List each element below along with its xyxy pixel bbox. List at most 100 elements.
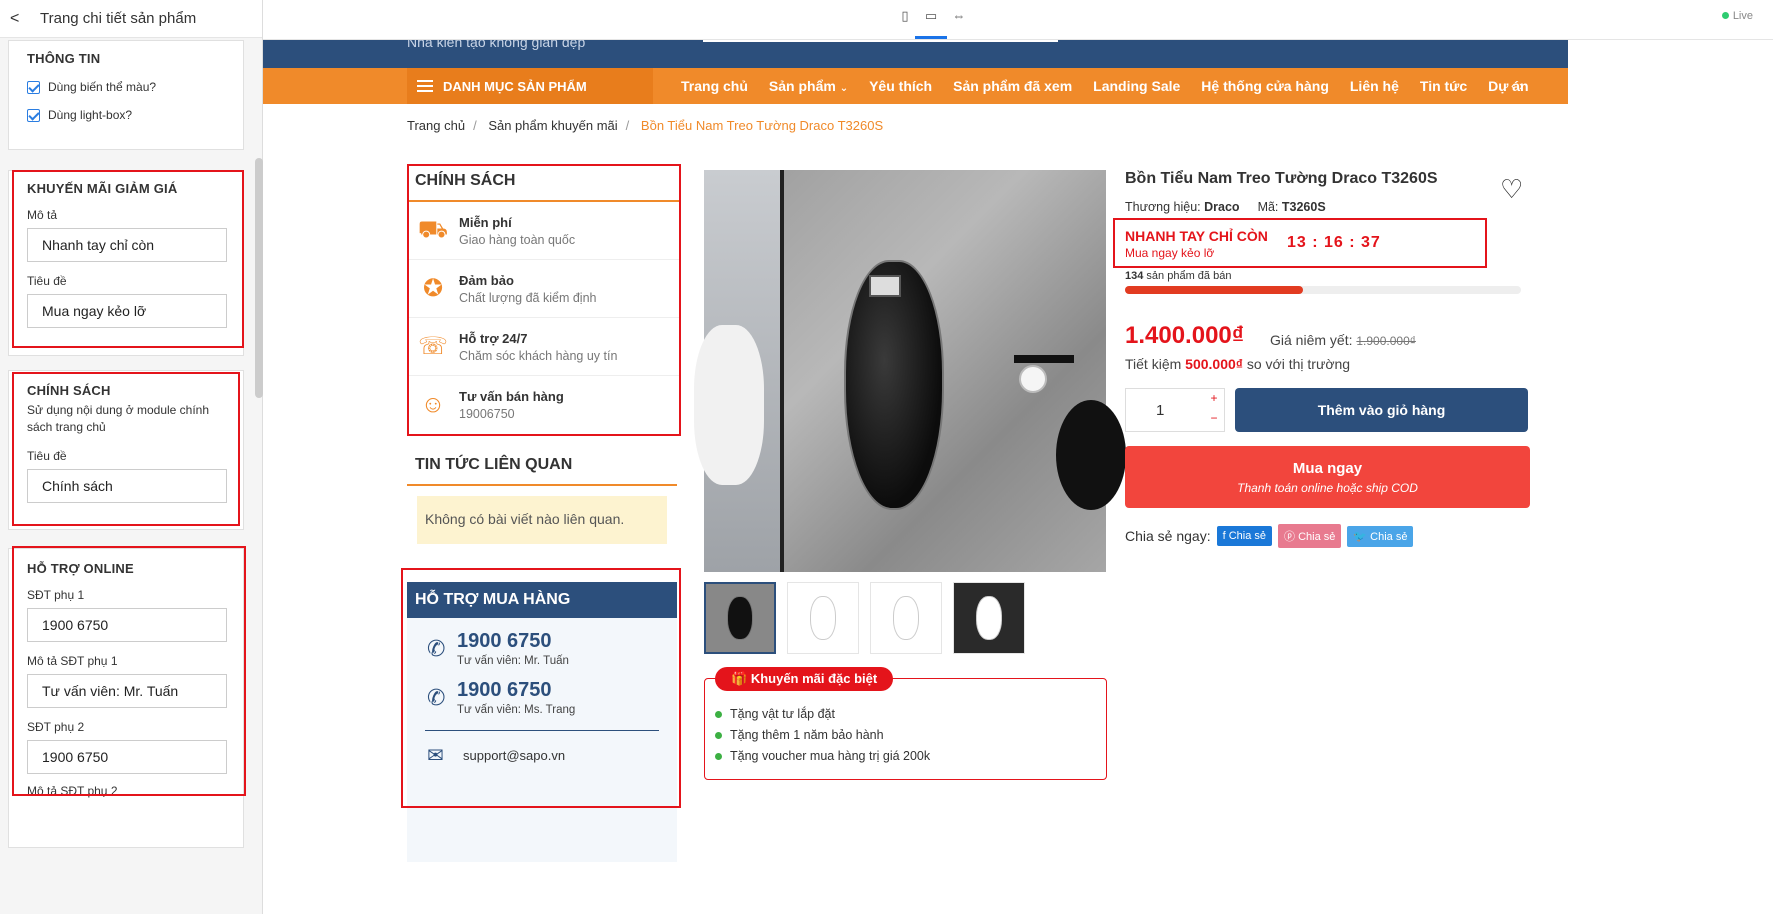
thumbnail[interactable] bbox=[870, 582, 942, 654]
nav-viewed[interactable]: Sản phẩm đã xem bbox=[953, 78, 1072, 94]
info-heading: THÔNG TIN bbox=[27, 51, 101, 66]
category-label: DANH MỤC SẢN PHẨM bbox=[443, 78, 587, 94]
share-button-label: Chia sẻ bbox=[1370, 530, 1408, 543]
list-price-value: 1.900.000₫ bbox=[1356, 334, 1416, 348]
quantity-value[interactable]: 1 bbox=[1156, 402, 1164, 419]
live-status: Live bbox=[1721, 10, 1753, 22]
product-info: Bồn Tiểu Nam Treo Tường Draco T3260S ♡ T… bbox=[1113, 170, 1530, 548]
sale-price: 1.400.000₫ bbox=[1125, 322, 1245, 349]
image-shape bbox=[893, 596, 919, 640]
checkbox-label: Dùng biến thể màu? bbox=[48, 80, 157, 94]
highlight-box bbox=[12, 546, 246, 796]
image-shape bbox=[694, 325, 764, 485]
quantity-stepper[interactable]: 1 + − bbox=[1125, 388, 1225, 432]
buy-now-label: Mua ngay bbox=[1292, 460, 1363, 477]
back-icon[interactable]: < bbox=[10, 10, 40, 28]
panel-scroll[interactable]: THÔNG TIN Dùng biến thể màu? Dùng light-… bbox=[0, 38, 263, 914]
twitter-share-button[interactable]: 🐦 Chia sẻ bbox=[1347, 525, 1414, 547]
brand-value: Draco bbox=[1204, 200, 1240, 214]
product-meta: Thương hiệu: Draco Mã: T3260S bbox=[1125, 200, 1530, 214]
nav-landing-sale[interactable]: Landing Sale bbox=[1093, 78, 1180, 94]
panel-header: < Trang chi tiết sản phẩm bbox=[0, 0, 262, 38]
promo-list: Tặng vật tư lắp đặt Tặng thêm 1 năm bảo … bbox=[715, 707, 930, 770]
sold-label: sản phẩm đã bán bbox=[1146, 270, 1232, 282]
savings-prefix: Tiết kiệm bbox=[1125, 356, 1182, 372]
pinterest-icon: ⓟ bbox=[1284, 531, 1296, 543]
nav-stores[interactable]: Hệ thống cửa hàng bbox=[1201, 78, 1329, 94]
scrollbar[interactable] bbox=[255, 158, 263, 398]
list-item: Tặng voucher mua hàng trị giá 200k bbox=[715, 749, 930, 763]
chevron-right-icon[interactable]: › bbox=[1519, 78, 1523, 93]
highlight-box bbox=[1113, 218, 1487, 268]
savings-suffix: so với thị trường bbox=[1246, 356, 1351, 372]
highlight-box bbox=[407, 164, 681, 436]
sold-count: 134 sản phẩm đã bán bbox=[1125, 270, 1231, 282]
crumb-category[interactable]: Sản phẩm khuyến mãi bbox=[488, 118, 617, 133]
nav-scroll-arrows[interactable]: ‹ › bbox=[1511, 78, 1523, 93]
image-shape bbox=[1014, 355, 1074, 363]
list-item: Tặng thêm 1 năm bảo hành bbox=[715, 728, 930, 742]
facebook-share-button[interactable]: f Chia sẻ bbox=[1216, 526, 1273, 546]
pinterest-share-button[interactable]: ⓟ Chia sẻ bbox=[1278, 524, 1342, 548]
sold-number: 134 bbox=[1125, 270, 1144, 282]
plus-icon[interactable]: + bbox=[1204, 391, 1224, 411]
breadcrumb: Trang chủ / Sản phẩm khuyến mãi / Bồn Tiểu… bbox=[407, 118, 884, 133]
image-shape bbox=[1056, 400, 1126, 510]
add-to-cart-button[interactable]: Thêm vào giỏ hàng bbox=[1235, 388, 1528, 432]
share-row: Chia sẻ ngay: f Chia sẻ ⓟ Chia sẻ 🐦 Chia… bbox=[1125, 524, 1414, 548]
nav-contact[interactable]: Liên hệ bbox=[1350, 78, 1399, 94]
nav-links: Trang chủ Sản phẩm ⌄ Yêu thích Sản phẩm … bbox=[681, 68, 1550, 104]
preview-toolbar: ▯ ▭ ⇔ Live bbox=[263, 0, 1773, 40]
category-menu-button[interactable]: DANH MỤC SẢN PHẨM bbox=[407, 68, 653, 104]
buy-now-button[interactable]: Mua ngay Thanh toán online hoặc ship COD bbox=[1125, 446, 1530, 508]
special-promo: 🎁 Khuyến mãi đặc biệt Tặng vật tư lắp đặ… bbox=[704, 667, 1107, 780]
sku-label: Mã: bbox=[1257, 200, 1279, 214]
settings-panel: < Trang chi tiết sản phẩm THÔNG TIN Dùng… bbox=[0, 0, 263, 914]
image-shape bbox=[727, 596, 753, 640]
sku-value: T3260S bbox=[1281, 200, 1326, 214]
product-title: Bồn Tiểu Nam Treo Tường Draco T3260S bbox=[1125, 170, 1438, 187]
promo-badge-label: Khuyến mãi đặc biệt bbox=[750, 671, 878, 686]
nav-news[interactable]: Tin tức bbox=[1420, 78, 1467, 94]
thumbnail[interactable] bbox=[953, 582, 1025, 654]
share-label: Chia sẻ ngay: bbox=[1125, 528, 1211, 544]
minus-icon[interactable]: − bbox=[1204, 411, 1224, 431]
checkbox-label: Dùng light-box? bbox=[48, 108, 133, 122]
savings: Tiết kiệm 500.000₫ so với thị trường bbox=[1125, 356, 1350, 372]
desktop-view-icon[interactable]: ▭ bbox=[915, 8, 947, 39]
heart-icon[interactable]: ♡ bbox=[1500, 174, 1523, 205]
image-shape bbox=[810, 596, 836, 640]
fullwidth-view-icon[interactable]: ⇔ bbox=[949, 8, 969, 26]
mobile-view-icon[interactable]: ▯ bbox=[895, 8, 915, 26]
crumb-home[interactable]: Trang chủ bbox=[407, 118, 465, 133]
thumbnail[interactable] bbox=[704, 582, 776, 654]
list-price: Giá niêm yết: 1.900.000₫ bbox=[1270, 332, 1416, 348]
checkbox-checked-icon[interactable] bbox=[27, 108, 40, 122]
nav-favorites[interactable]: Yêu thích bbox=[869, 78, 932, 94]
color-variant-checkbox[interactable]: Dùng biến thể màu? bbox=[27, 80, 225, 94]
brand-label: Thương hiệu: bbox=[1125, 200, 1201, 214]
menu-icon bbox=[417, 77, 433, 95]
list-item: Tặng vật tư lắp đặt bbox=[715, 707, 930, 721]
panel-title: Trang chi tiết sản phẩm bbox=[40, 10, 197, 27]
twitter-icon: 🐦 bbox=[1353, 530, 1368, 543]
product-main-image[interactable] bbox=[694, 170, 1126, 572]
share-button-label: Chia sẻ bbox=[1298, 531, 1336, 543]
nav-products-label: Sản phẩm bbox=[768, 78, 836, 94]
checkbox-checked-icon[interactable] bbox=[27, 80, 40, 94]
progress-fill bbox=[1125, 286, 1304, 294]
nav-home[interactable]: Trang chủ bbox=[681, 78, 748, 94]
thumbnail[interactable] bbox=[787, 582, 859, 654]
savings-amount: 500.000₫ bbox=[1185, 356, 1243, 372]
nav-products[interactable]: Sản phẩm ⌄ bbox=[769, 78, 848, 94]
highlight-box bbox=[401, 568, 681, 808]
tagline: Nhà kiến tạo không gian đẹp bbox=[407, 40, 586, 50]
lightbox-checkbox[interactable]: Dùng light-box? bbox=[27, 108, 225, 122]
crumb-current: Bồn Tiểu Nam Treo Tường Draco T3260S bbox=[640, 118, 884, 133]
store-preview: Nhà kiến tạo không gian đẹp DANH MỤC SẢN… bbox=[263, 40, 1773, 914]
facebook-icon: f bbox=[1222, 530, 1226, 542]
live-label: Live bbox=[1732, 10, 1753, 22]
image-shape bbox=[844, 260, 944, 510]
chevron-left-icon[interactable]: ‹ bbox=[1511, 78, 1515, 93]
highlight-box bbox=[12, 372, 240, 526]
